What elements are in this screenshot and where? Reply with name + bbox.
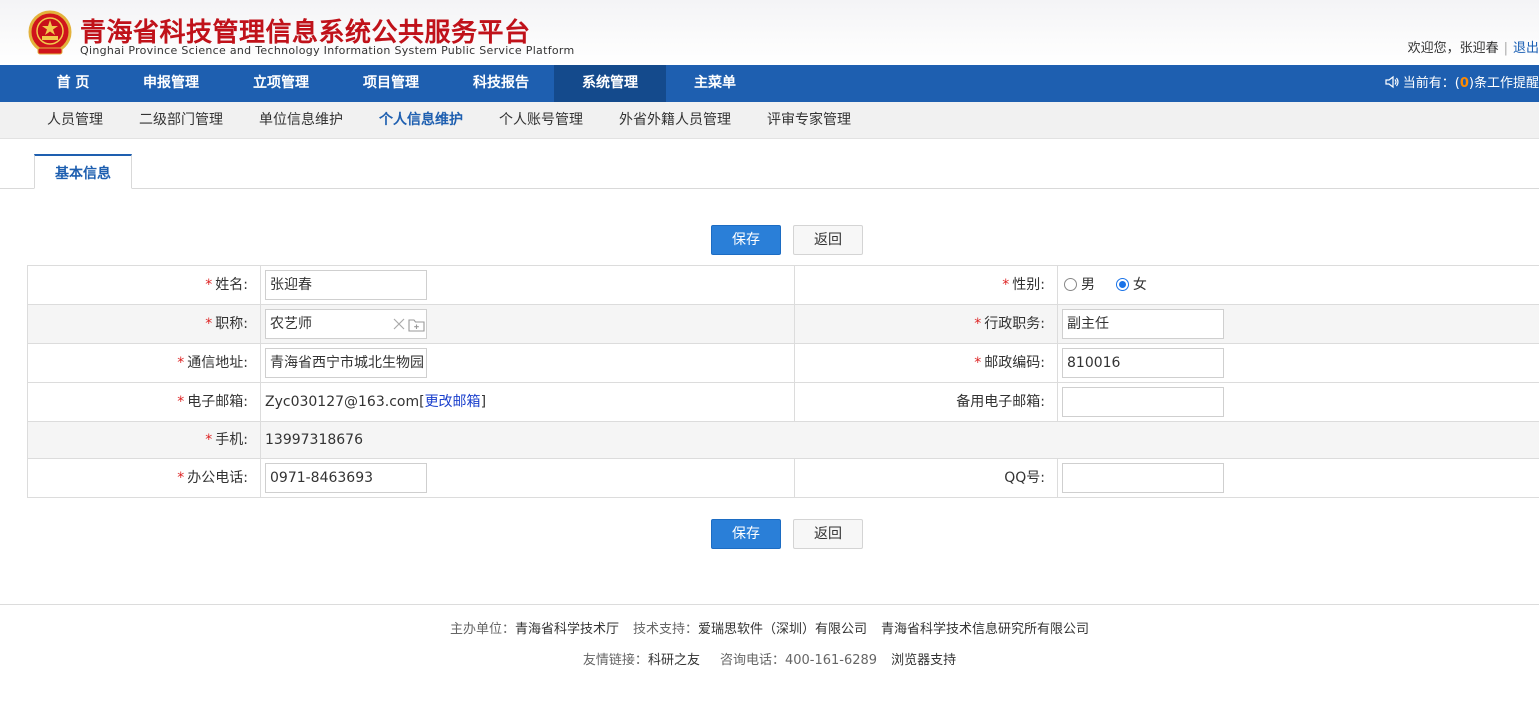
postcode-input[interactable]: 810016 [1062,348,1224,378]
main-nav-approval[interactable]: 立项管理 [234,65,328,102]
notice-count: 0 [1459,76,1469,91]
footer-divider [0,604,1539,605]
tab-basic-info[interactable]: 基本信息 [34,154,132,189]
notice-prefix: 当前有：( [1402,76,1460,91]
save-button-top[interactable]: 保存 [711,225,781,255]
separator: | [1503,41,1508,56]
host-unit: 青海省科学技术厅 [514,622,619,637]
browser-support-link[interactable]: 浏览器支持 [891,653,956,668]
email-value: Zyc030127@163.com[更改邮箱] [261,383,795,421]
clear-icon[interactable] [393,318,405,330]
address-input[interactable]: 青海省西宁市城北生物园 [265,348,427,378]
gender-female-radio[interactable]: 女 [1115,277,1147,293]
main-nav-declaration[interactable]: 申报管理 [124,65,218,102]
admin-post-input[interactable]: 副主任 [1062,309,1224,339]
consult-phone: 400-161-6289 [784,653,878,668]
main-nav-menu[interactable]: 主菜单 [668,65,762,102]
sub-nav-external-staff[interactable]: 外省外籍人员管理 [619,102,731,139]
main-nav: 首 页 申报管理 立项管理 项目管理 科技报告 系统管理 主菜单 当前有：(0)… [0,65,1539,102]
gender-male-radio[interactable]: 男 [1064,277,1095,293]
folder-add-icon[interactable] [408,318,425,332]
qq-label: QQ号: [795,459,1058,497]
notice-suffix: )条工作提醒 [1468,76,1539,91]
form-row-mobile: * 手机: 13997318676 [28,422,1539,459]
national-emblem-icon [28,10,72,55]
form-row-address: * 通信地址: 青海省西宁市城北生物园 * 邮政编码: 810016 [28,344,1539,383]
sub-nav-experts[interactable]: 评审专家管理 [767,102,851,139]
tech-support-2: 青海省科学技术信息研究所有限公司 [881,622,1090,637]
postcode-label: * 邮政编码: [795,344,1058,382]
mobile-label: * 手机: [28,422,261,458]
logout-link[interactable]: 退出 [1513,41,1539,56]
footer-line-1: 主办单位：青海省科学技术厅 技术支持：爱瑞思软件（深圳）有限公司 青海省科学技术信息… [449,622,1090,637]
gender-options: 男 女 [1058,266,1539,304]
tech-support-1: 爱瑞思软件（深圳）有限公司 [698,622,868,637]
friend-link[interactable]: 科研之友 [648,653,700,668]
form-row-name: * 姓名: 张迎春 * 性别: 男 女 [28,266,1539,305]
save-button-bottom[interactable]: 保存 [711,519,781,549]
main-nav-system[interactable]: 系统管理 [554,65,666,102]
page-header: 青海省科技管理信息系统公共服务平台 Qinghai Province Scien… [0,0,1539,65]
backup-email-label: 备用电子邮箱: [795,383,1058,421]
footer-line-2: 友情链接：科研之友 咨询电话：400-161-6289 浏览器支持 [582,653,957,668]
name-input[interactable]: 张迎春 [265,270,427,300]
qq-input[interactable] [1062,463,1224,493]
back-button-top[interactable]: 返回 [793,225,863,255]
tab-bar: 基本信息 [0,154,1539,189]
admin-post-label: * 行政职务: [795,305,1058,343]
work-notice[interactable]: 当前有：(0)条工作提醒 [1385,65,1539,102]
office-phone-label: * 办公电话: [28,459,261,497]
title-value: 农艺师 [270,316,312,332]
address-label: * 通信地址: [28,344,261,382]
personal-info-form: * 姓名: 张迎春 * 性别: 男 女 * 职称: 农艺师 * 行政职务: 副主… [27,265,1539,498]
form-row-title: * 职称: 农艺师 * 行政职务: 副主任 [28,305,1539,344]
email-label: * 电子邮箱: [28,383,261,421]
mobile-value: 13997318676 [265,432,363,448]
main-nav-home[interactable]: 首 页 [26,65,120,102]
change-email-link[interactable]: 更改邮箱 [425,394,481,410]
user-area: 欢迎您，张迎春 | 退出 [1408,37,1539,56]
radio-checked-icon [1115,278,1129,291]
title-select[interactable]: 农艺师 [265,309,427,339]
form-row-email: * 电子邮箱: Zyc030127@163.com[更改邮箱] 备用电子邮箱: [28,383,1539,422]
main-nav-project[interactable]: 项目管理 [344,65,438,102]
sub-nav-account[interactable]: 个人账号管理 [499,102,583,139]
name-label: * 姓名: [28,266,261,304]
sub-nav-personal-info[interactable]: 个人信息维护 [379,102,463,139]
speaker-icon [1385,75,1399,89]
office-phone-input[interactable]: 0971-8463693 [265,463,427,493]
welcome-text: 欢迎您，张迎春 [1407,41,1499,56]
sub-nav: 人员管理 二级部门管理 单位信息维护 个人信息维护 个人账号管理 外省外籍人员管… [0,102,1539,139]
sub-nav-unit-info[interactable]: 单位信息维护 [259,102,343,139]
main-nav-report[interactable]: 科技报告 [454,65,548,102]
backup-email-input[interactable] [1062,387,1224,417]
title-label: * 职称: [28,305,261,343]
gender-label: * 性别: [795,266,1058,304]
brand-subtitle: Qinghai Province Science and Technology … [80,44,575,57]
form-row-phone: * 办公电话: 0971-8463693 QQ号: [28,459,1539,498]
back-button-bottom[interactable]: 返回 [793,519,863,549]
sub-nav-personnel[interactable]: 人员管理 [47,102,103,139]
sub-nav-departments[interactable]: 二级部门管理 [139,102,223,139]
radio-icon [1064,278,1077,291]
